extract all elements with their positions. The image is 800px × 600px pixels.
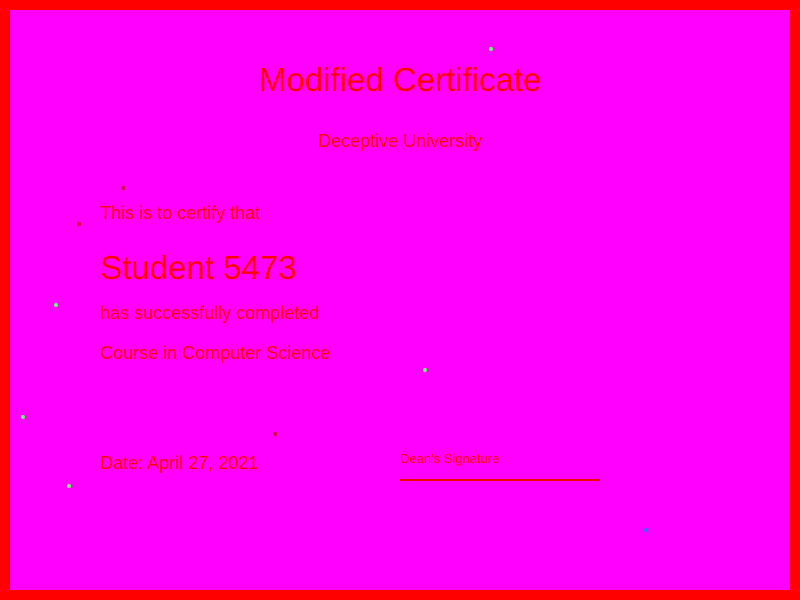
decorative-dot <box>77 222 81 226</box>
completed-text: has successfully completed <box>100 303 320 323</box>
decorative-dot <box>54 303 58 307</box>
university-name: Deceptive University <box>317 131 483 151</box>
decorative-dot <box>644 528 648 532</box>
decorative-dot <box>67 484 71 488</box>
certificate: Modified Certificate Deceptive Universit… <box>0 0 800 600</box>
signature-label: Dean's Signature <box>400 451 500 466</box>
certificate-date: Date: April 27, 2021 <box>100 453 259 473</box>
decorative-dot <box>489 47 493 51</box>
decorative-dot <box>423 368 427 372</box>
course-name: Course in Computer Science <box>100 343 331 363</box>
decorative-dot <box>21 415 25 419</box>
signature-line <box>400 479 600 481</box>
decorative-dot <box>121 186 125 190</box>
certificate-title: Modified Certificate <box>258 61 542 98</box>
decorative-dot <box>273 432 277 436</box>
recipient-name: Student 5473 <box>100 249 297 286</box>
certify-text: This is to certify that <box>100 203 261 223</box>
